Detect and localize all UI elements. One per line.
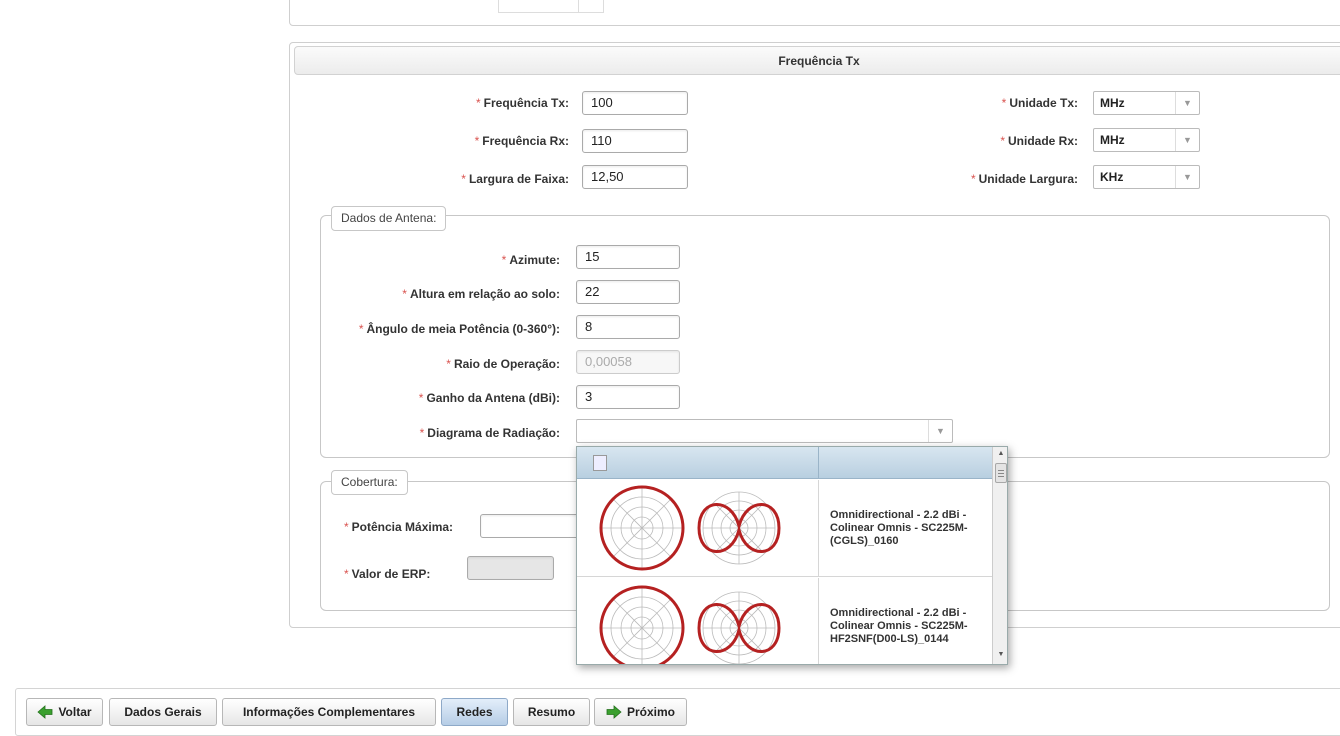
dropdown-option-label: Omnidirectional - 2.2 dBi - Colinear Omn…	[830, 509, 968, 547]
chevron-down-icon[interactable]: ▼	[1175, 129, 1199, 151]
column-divider	[818, 578, 819, 664]
max-power-label: * Potência Máxima:	[344, 520, 454, 534]
antenna-gain-label: * Ganho da Antena (dBi):	[418, 391, 560, 405]
erp-label: * Valor de ERP:	[344, 567, 431, 581]
chevron-down-icon[interactable]: ▼	[1175, 92, 1199, 114]
azimute-input[interactable]: 15	[576, 245, 680, 269]
tab-informacoes-complementares[interactable]: Informações Complementares	[222, 698, 436, 726]
chevron-down-icon[interactable]: ▼	[1175, 166, 1199, 188]
coverage-legend: Cobertura:	[331, 470, 408, 495]
half-power-angle-input[interactable]: 8	[576, 315, 680, 339]
operation-radius-label: * Raio de Operação:	[446, 357, 560, 371]
polar-pattern-icon	[599, 585, 781, 664]
unit-bandwidth-value: KHz	[1100, 170, 1124, 184]
antenna-legend: Dados de Antena:	[331, 206, 447, 231]
grip-line	[998, 470, 1004, 471]
unit-tx-select[interactable]: MHz ▼	[1093, 91, 1200, 115]
tab-label: Dados Gerais	[124, 705, 202, 719]
azimute-label: * Azimute:	[501, 253, 560, 267]
chevron-down-icon[interactable]: ▼	[928, 420, 952, 442]
tab-label: Resumo	[527, 705, 576, 719]
next-button-label: Próximo	[626, 705, 675, 719]
dropdown-header-row[interactable]	[577, 447, 992, 479]
column-divider	[818, 480, 819, 576]
freq-rx-label: * Frequência Rx:	[474, 134, 569, 148]
dropdown-option-label: Omnidirectional - 2.2 dBi - Colinear Omn…	[830, 607, 968, 645]
tab-dados-gerais[interactable]: Dados Gerais	[109, 698, 217, 726]
dropdown-scrollbar[interactable]: ▲ ▼	[992, 447, 1007, 664]
radiation-diagram-select[interactable]: ▼	[576, 419, 953, 443]
grip-line	[998, 476, 1004, 477]
radiation-diagram-label: * Diagrama de Radiação:	[419, 426, 560, 440]
erp-input	[467, 556, 554, 580]
panel-title: Frequência Tx	[294, 46, 1340, 75]
tab-label: Redes	[456, 705, 493, 719]
tab-resumo[interactable]: Resumo	[513, 698, 590, 726]
scroll-down-arrow-icon[interactable]: ▼	[993, 648, 1007, 662]
height-label: * Altura em relação ao solo:	[402, 287, 560, 301]
column-divider	[818, 447, 819, 479]
arrow-left-icon	[37, 705, 53, 719]
unit-rx-select[interactable]: MHz ▼	[1093, 128, 1200, 152]
height-input[interactable]: 22	[576, 280, 680, 304]
antenna-gain-input[interactable]: 3	[576, 385, 680, 409]
previous-panel-control	[498, 0, 604, 13]
unit-bandwidth-label: * Unidade Largura:	[970, 172, 1078, 186]
max-power-input[interactable]	[480, 514, 590, 538]
unit-rx-value: MHz	[1100, 133, 1125, 147]
unit-rx-label: * Unidade Rx:	[1000, 134, 1078, 148]
radiation-diagram-dropdown[interactable]: Omnidirectional - 2.2 dBi - Colinear Omn…	[576, 446, 1008, 665]
grip-line	[998, 473, 1004, 474]
freq-tx-label: * Frequência Tx:	[475, 96, 569, 110]
next-button[interactable]: Próximo	[594, 698, 687, 726]
scrollbar-thumb[interactable]	[995, 463, 1007, 483]
dropdown-option[interactable]: Omnidirectional - 2.2 dBi - Colinear Omn…	[577, 578, 992, 664]
unit-tx-label: * Unidade Tx:	[1001, 96, 1078, 110]
tab-redes[interactable]: Redes	[441, 698, 508, 726]
broken-image-icon	[593, 455, 607, 471]
unit-bandwidth-select[interactable]: KHz ▼	[1093, 165, 1200, 189]
unit-tx-value: MHz	[1100, 96, 1125, 110]
half-power-angle-label: * Ângulo de meia Potência (0-360°):	[358, 322, 560, 336]
polar-pattern-icon	[599, 485, 781, 571]
dropdown-option[interactable]: Omnidirectional - 2.2 dBi - Colinear Omn…	[577, 480, 992, 577]
back-button[interactable]: Voltar	[26, 698, 103, 726]
bandwidth-label: * Largura de Faixa:	[461, 172, 569, 186]
previous-panel-divider	[578, 0, 579, 13]
previous-panel	[289, 0, 1340, 26]
operation-radius-input: 0,00058	[576, 350, 680, 374]
tab-label: Informações Complementares	[242, 705, 416, 719]
freq-rx-input[interactable]: 110	[582, 129, 688, 153]
arrow-right-icon	[606, 705, 622, 719]
bandwidth-input[interactable]: 12,50	[582, 165, 688, 189]
radiation-diagram-value	[577, 420, 928, 442]
freq-tx-input[interactable]: 100	[582, 91, 688, 115]
back-button-label: Voltar	[58, 705, 92, 719]
scroll-up-arrow-icon[interactable]: ▲	[993, 447, 1007, 461]
